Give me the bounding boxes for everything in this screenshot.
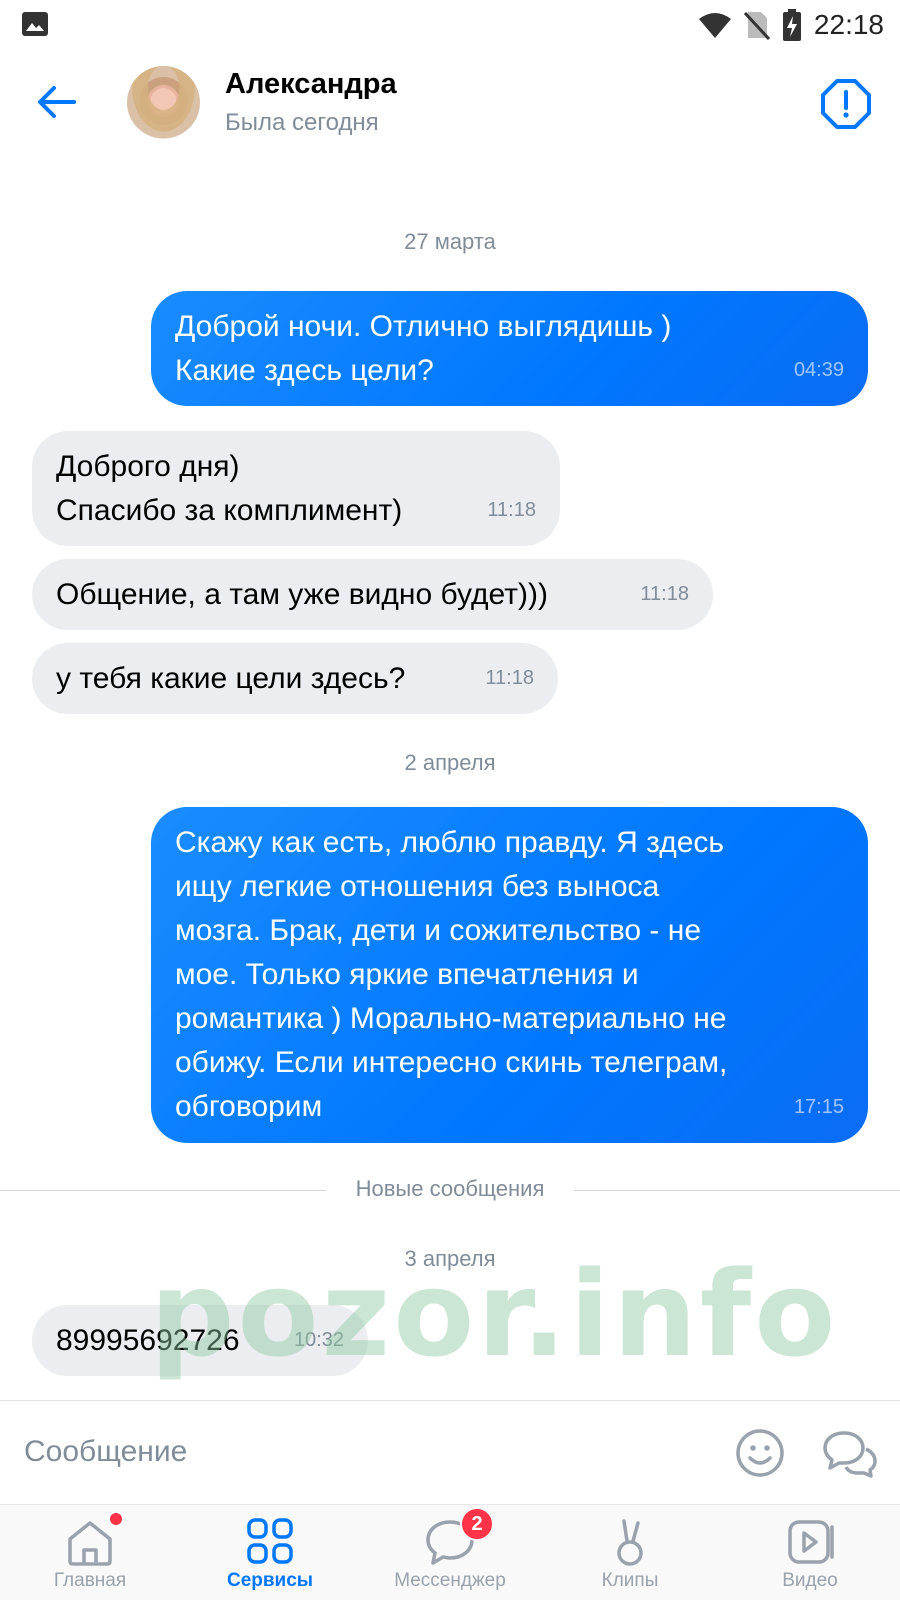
date-separator: 27 марта xyxy=(404,229,496,254)
outgoing-message[interactable]: Доброй ночи. Отлично выглядишь ) Какие з… xyxy=(151,291,868,406)
message-time: 11:18 xyxy=(487,499,536,521)
outgoing-message[interactable]: Скажу как есть, люблю правду. Я здесь ищ… xyxy=(151,807,868,1143)
incoming-message[interactable]: 89995692726 10:32 xyxy=(32,1305,368,1376)
message-time: 11:18 xyxy=(485,667,534,689)
message-text: Общение, а там уже видно будет))) xyxy=(56,578,548,611)
back-button[interactable] xyxy=(28,76,84,128)
incoming-message[interactable]: Доброго дня) Спасибо за комплимент) 11:1… xyxy=(32,431,560,546)
gallery-notification-icon xyxy=(22,12,48,36)
contact-name[interactable]: Александра xyxy=(225,68,397,101)
incoming-message[interactable]: Общение, а там уже видно будет))) 11:18 xyxy=(32,559,713,630)
tab-video[interactable]: Видео xyxy=(720,1505,900,1600)
message-text: у тебя какие цели здесь? xyxy=(56,662,406,695)
tab-label: Клипы xyxy=(601,1570,659,1591)
wifi-icon xyxy=(698,13,731,38)
clips-icon xyxy=(617,1519,643,1566)
emoji-icon[interactable] xyxy=(734,1427,786,1479)
message-text: Доброго дня) Спасибо за комплимент) xyxy=(56,450,403,527)
date-separator: 2 апреля xyxy=(404,750,496,775)
divider-line xyxy=(574,1190,900,1191)
tab-label: Главная xyxy=(53,1570,127,1591)
report-icon[interactable] xyxy=(820,78,872,130)
chat-bubbles-icon[interactable] xyxy=(822,1427,878,1479)
date-separator: 3 апреля xyxy=(404,1246,496,1271)
tab-label: Мессенджер xyxy=(394,1570,506,1591)
incoming-message[interactable]: у тебя какие цели здесь? 11:18 xyxy=(32,643,558,714)
message-time: 10:32 xyxy=(293,1329,344,1351)
message-time: 04:39 xyxy=(793,359,844,381)
services-grid-icon xyxy=(247,1518,293,1564)
back-arrow-icon xyxy=(38,86,76,118)
bottom-tab-bar: Главная Сервисы 2 Мессенджер Клипы Видео xyxy=(0,1504,900,1600)
contact-status: Была сегодня xyxy=(225,109,379,136)
clock: 22:18 xyxy=(813,9,884,40)
new-messages-divider: Новые сообщения xyxy=(0,1175,900,1205)
tab-services[interactable]: Сервисы xyxy=(180,1505,360,1600)
avatar[interactable] xyxy=(127,66,200,139)
message-composer xyxy=(0,1400,900,1504)
unread-count-badge: 2 xyxy=(460,1507,494,1541)
tab-clips[interactable]: Клипы xyxy=(540,1505,720,1600)
new-messages-label: Новые сообщения xyxy=(355,1176,545,1201)
chat-header: Александра Была сегодня xyxy=(0,50,900,160)
battery-charging-icon xyxy=(782,9,801,41)
tab-home[interactable]: Главная xyxy=(0,1505,180,1600)
status-bar: 22:18 xyxy=(0,0,900,50)
tab-label: Видео xyxy=(782,1570,838,1591)
message-time: 11:18 xyxy=(640,583,689,605)
message-text: Доброй ночи. Отлично выглядишь ) Какие з… xyxy=(175,310,672,387)
message-time: 17:15 xyxy=(793,1096,844,1118)
tab-label: Сервисы xyxy=(226,1570,314,1591)
tab-messenger[interactable]: 2 Мессенджер xyxy=(360,1505,540,1600)
message-text: Скажу как есть, люблю правду. Я здесь ищ… xyxy=(175,826,728,1123)
message-input[interactable] xyxy=(24,1427,684,1477)
video-icon xyxy=(788,1520,834,1564)
notification-dot xyxy=(110,1513,122,1525)
no-sim-icon xyxy=(743,11,770,40)
